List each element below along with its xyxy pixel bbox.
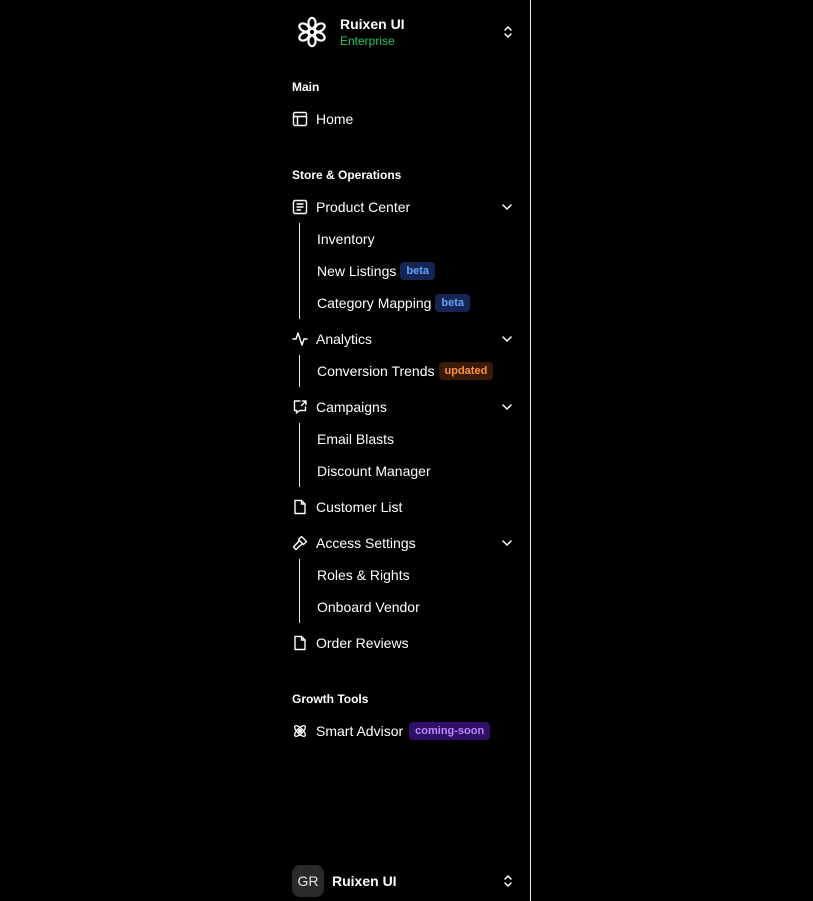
nav-item-label: Order Reviews [316,635,409,651]
snowflake-logo-icon [292,12,332,52]
subnav-item-label: Category Mapping [317,295,432,311]
subnav-item-category-mapping[interactable]: Category Mapping beta [317,289,471,317]
subnav-item-label: Discount Manager [317,463,431,479]
nav-item-analytics[interactable]: Analytics [292,325,518,353]
section-label-store: Store & Operations [292,168,402,182]
subnav-item-label: Inventory [317,231,375,247]
share-chat-icon [292,399,308,415]
submenu-guide-line [299,355,300,387]
updated-badge: updated [438,362,494,380]
activity-icon [292,331,308,347]
section-label-main: Main [292,80,320,94]
nav-item-order-reviews[interactable]: Order Reviews [292,629,518,657]
subnav-item-inventory[interactable]: Inventory [317,225,375,253]
nav-item-campaigns[interactable]: Campaigns [292,393,518,421]
nav-item-label: Analytics [316,331,373,347]
main-content [531,0,813,901]
chevron-down-icon[interactable] [500,332,514,346]
submenu-guide-line [299,559,300,623]
atom-icon [292,723,308,739]
sidebar: Ruixen UI Enterprise Main Home Store & O… [0,0,531,901]
nav-item-label: Customer List [316,499,403,515]
nav-item-label: Product Center [316,199,411,215]
coming-soon-badge: coming-soon [409,722,491,740]
subnav-item-label: Email Blasts [317,431,395,447]
chevrons-up-down-icon [502,22,514,42]
subnav-item-new-listings[interactable]: New Listings beta [317,257,435,285]
nav-item-label: Home [316,111,354,127]
workspace-switcher[interactable]: Ruixen UI Enterprise [292,12,518,52]
nav-item-product-center[interactable]: Product Center [292,193,518,221]
chevron-down-icon[interactable] [500,400,514,414]
subnav-item-roles-rights[interactable]: Roles & Rights [317,561,410,589]
document-list-icon [292,199,308,215]
nav-item-customer-list[interactable]: Customer List [292,493,518,521]
subnav-item-email-blasts[interactable]: Email Blasts [317,425,394,453]
subnav-item-label: New Listings [317,263,397,279]
nav-item-smart-advisor[interactable]: Smart Advisor coming-soon [292,717,518,745]
submenu-guide-line [299,223,300,319]
nav-item-label: Campaigns [316,399,387,415]
nav-item-label: Access Settings [316,535,416,551]
chevrons-up-down-icon [502,871,514,891]
subnav-item-onboard-vendor[interactable]: Onboard Vendor [317,593,420,621]
section-label-growth: Growth Tools [292,692,369,706]
workspace-name: Ruixen UI [340,16,405,32]
layout-icon [292,111,308,127]
subnav-item-label: Conversion Trends [317,363,435,379]
file-icon [292,499,308,515]
user-menu[interactable]: GR Ruixen UI [292,865,518,897]
nav-item-label: Smart Advisor [316,723,404,739]
subnav-item-label: Roles & Rights [317,567,410,583]
file-icon [292,635,308,651]
subnav-item-label: Onboard Vendor [317,599,420,615]
chevron-down-icon[interactable] [500,200,514,214]
nav-item-home[interactable]: Home [292,105,518,133]
submenu-guide-line [299,423,300,487]
workspace-plan: Enterprise [340,34,395,48]
chevron-down-icon[interactable] [500,536,514,550]
beta-badge: beta [435,294,471,312]
subnav-item-conversion-trends[interactable]: Conversion Trends updated [317,357,494,385]
hammer-icon [292,535,308,551]
subnav-item-discount-manager[interactable]: Discount Manager [317,457,431,485]
nav-item-access-settings[interactable]: Access Settings [292,529,518,557]
avatar: GR [292,865,324,897]
user-name: Ruixen UI [332,873,397,889]
beta-badge: beta [400,262,435,280]
